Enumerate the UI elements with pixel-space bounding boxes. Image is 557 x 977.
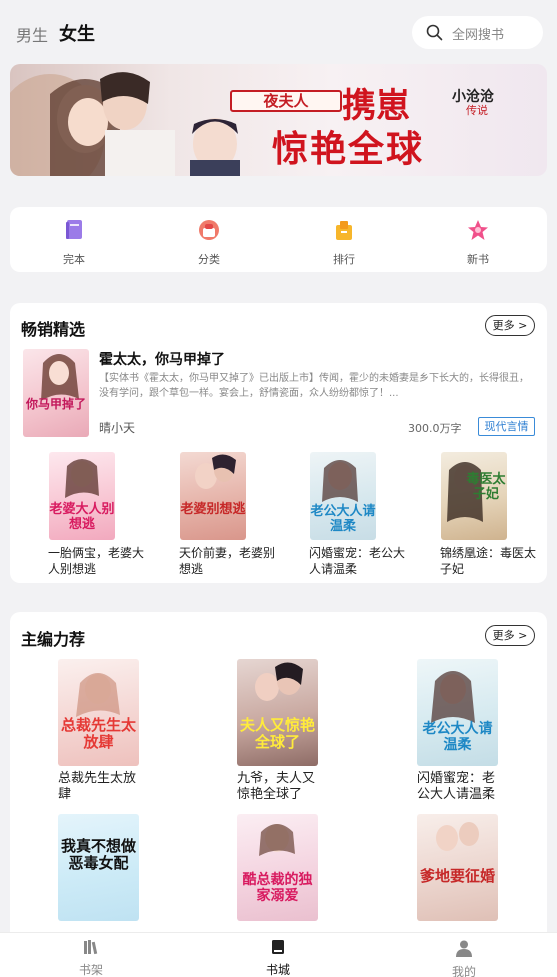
quick-nav-label: 排行: [333, 253, 355, 266]
banner-title-small: 夜夫人: [263, 92, 309, 110]
search-box[interactable]: 全网搜书: [412, 16, 543, 49]
featured-book-cover[interactable]: 你马甲掉了: [23, 349, 89, 437]
book-title[interactable]: 天价前妻，老婆别想逃: [179, 545, 279, 577]
book-cover[interactable]: 老婆大人别想逃: [49, 452, 115, 540]
tab-label: 我的: [451, 965, 476, 977]
book-cover[interactable]: 毒医太子妃: [441, 452, 507, 540]
tab-bookshelf[interactable]: 书架: [61, 939, 121, 977]
cover-title: 老婆别想逃: [180, 502, 246, 517]
new-book-star-icon: [468, 220, 488, 240]
book-title[interactable]: 闪婚蜜宠：老公大人请温柔: [417, 771, 503, 803]
book-title[interactable]: 总裁先生太放肆: [58, 771, 144, 803]
tab-male[interactable]: 男生: [16, 22, 48, 46]
book-cover[interactable]: 总裁先生太放肆: [58, 659, 139, 766]
cover-title: 老公大人请温柔: [310, 504, 376, 534]
book-cover[interactable]: 老婆别想逃: [180, 452, 246, 540]
promo-banner[interactable]: 夜夫人 携崽 惊艳全球 小沧沧 传说: [10, 64, 547, 176]
featured-book-description: 【实体书《霍太太，你马甲又掉了》已出版上市】传闻，霍少的未婚妻是乡下长大的，长得…: [99, 373, 529, 399]
cover-illustration: [41, 354, 79, 401]
profile-icon: [456, 940, 472, 957]
cover-title: 爹地要征婚: [419, 867, 495, 885]
banner-title-big2: 惊艳全球: [272, 128, 425, 170]
quick-nav-label: 分类: [198, 253, 220, 266]
cover-title: 你马甲掉了: [25, 397, 86, 411]
book-title[interactable]: 一胎俩宝，老婆大人别想逃: [48, 545, 148, 577]
book-cover[interactable]: 老公大人请温柔: [417, 659, 498, 766]
bottom-tab-bar: 书架 书城 我的: [0, 932, 557, 977]
cover-title: 老公大人请温柔: [422, 721, 493, 753]
book-cover[interactable]: 我真不想做恶毒女配: [58, 814, 139, 921]
more-button[interactable]: 更多 >: [485, 625, 535, 646]
featured-book-author: 晴小天: [99, 421, 136, 435]
book-cover[interactable]: 爹地要征婚: [417, 814, 498, 921]
banner-author-suffix: 传说: [466, 104, 488, 117]
search-icon: [426, 24, 443, 41]
quick-nav: 完本 分类 排行 新书: [10, 207, 547, 272]
section-title: 主编力荐: [21, 630, 86, 649]
editor-picks-section: 主编力荐 更多 > 总裁先生太放肆 夫人又惊艳全球了 老公大人请温柔 总裁先生太…: [10, 612, 547, 932]
banner-title-small-box: 夜夫人: [230, 90, 342, 112]
quick-nav-label: 完本: [63, 253, 85, 266]
search-placeholder: 全网搜书: [452, 28, 505, 43]
tab-label: 书架: [78, 963, 103, 977]
rank-icon: [336, 221, 352, 240]
bookshelf-icon: [84, 940, 98, 955]
quick-nav-rank[interactable]: 排行: [304, 219, 384, 267]
cover-title: 夫人又惊艳全球了: [239, 716, 315, 751]
top-bar: 男生 女生 全网搜书: [0, 0, 557, 64]
cover-title: 老婆大人别想逃: [49, 502, 115, 532]
cover-illustration: [259, 824, 295, 856]
quick-nav-complete[interactable]: 完本: [34, 219, 114, 267]
book-cover[interactable]: 老公大人请温柔: [310, 452, 376, 540]
book-title[interactable]: 闪婚蜜宠：老公大人请温柔: [309, 545, 409, 577]
tab-profile[interactable]: 我的: [434, 939, 494, 977]
quick-nav-label: 新书: [467, 253, 489, 266]
tab-label: 书城: [265, 963, 290, 977]
book-title[interactable]: 九爷，夫人又惊艳全球了: [237, 771, 323, 803]
book-cover[interactable]: 夫人又惊艳全球了: [237, 659, 318, 766]
bookstore-icon: [272, 940, 284, 954]
category-icon: [199, 220, 219, 240]
featured-book-title[interactable]: 霍太太，你马甲掉了: [99, 349, 225, 369]
bestsellers-section: 畅销精选 更多 > 你马甲掉了 霍太太，你马甲掉了 【实体书《霍太太，你马甲又掉…: [10, 303, 547, 583]
cover-title: 总裁先生太放肆: [60, 716, 136, 751]
tab-female[interactable]: 女生: [59, 20, 95, 46]
cover-illustration: [195, 454, 236, 489]
tab-bookstore[interactable]: 书城: [248, 939, 308, 977]
quick-nav-new[interactable]: 新书: [438, 219, 518, 267]
book-cover[interactable]: 酷总裁的独家溺爱: [237, 814, 318, 921]
cover-title: 我真不想做恶毒女配: [60, 837, 136, 872]
cover-title: 酷总裁的独家溺爱: [242, 872, 313, 904]
genre-tag[interactable]: 现代言情: [478, 417, 535, 436]
quick-nav-category[interactable]: 分类: [169, 219, 249, 267]
more-button[interactable]: 更多 >: [485, 315, 535, 336]
book-complete-icon: [66, 220, 82, 239]
book-title[interactable]: 锦绣凰途：毒医太子妃: [440, 545, 540, 577]
section-title: 畅销精选: [21, 320, 86, 339]
featured-book-wordcount: 300.0万字: [408, 422, 462, 435]
cover-title: 毒医太子妃: [466, 472, 506, 502]
